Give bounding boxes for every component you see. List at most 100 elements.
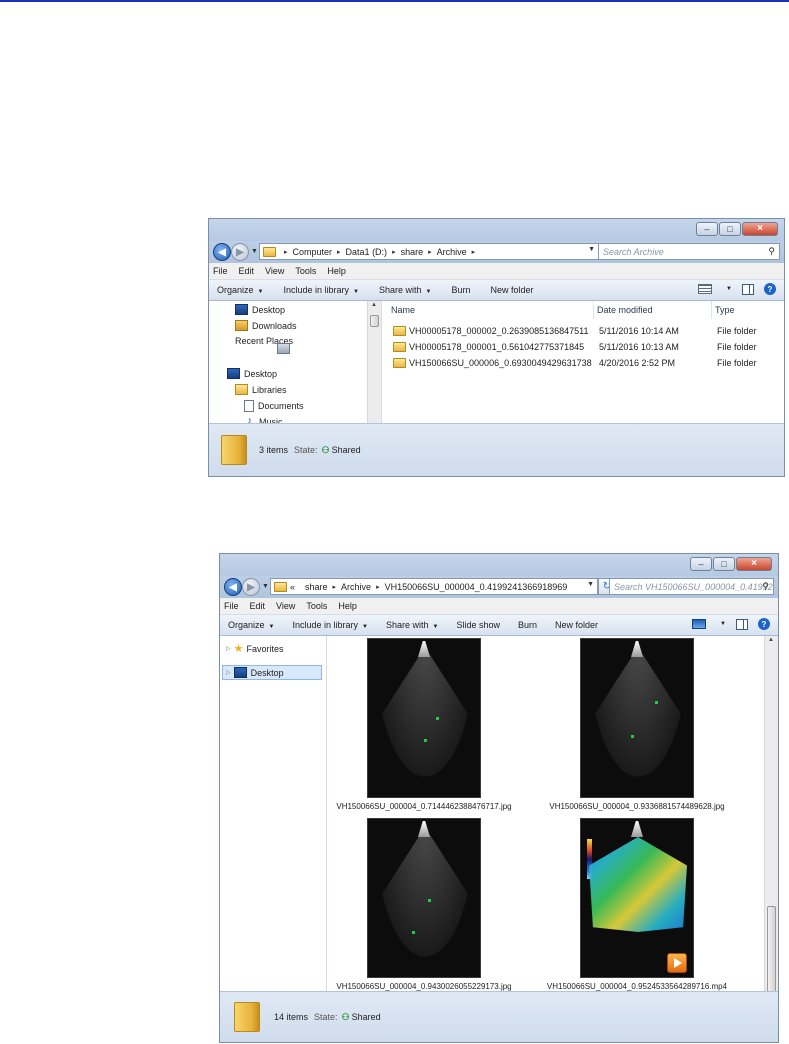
slide-show-button[interactable]: Slide show [456,620,500,630]
organize-button[interactable]: Organize ▼ [217,285,263,295]
title-bar[interactable]: – □ × [209,219,784,241]
maximize-button[interactable]: □ [713,557,735,571]
close-button[interactable]: × [742,222,778,236]
thumbnail-caption[interactable]: VH150066SU_000004_0.9524533564289716.mp4 [527,982,747,991]
breadcrumb-item[interactable]: Data1 (D:) [346,247,388,257]
column-header-type[interactable]: Type [715,301,735,319]
nav-item-recent-places[interactable]: Recent Places [235,336,293,354]
file-row[interactable]: VH150066SU_000006_0.6930049429631738 [393,355,592,371]
measurement-marker [436,717,439,720]
shared-icon: ⚇ [341,1011,350,1022]
nav-item-desktop-root[interactable]: Desktop [227,368,277,379]
burn-button[interactable]: Burn [518,620,537,630]
column-header-name[interactable]: Name [391,301,415,319]
menu-edit[interactable]: Edit [239,266,255,276]
file-row[interactable]: VH00005178_000002_0.2639085136847511 [393,323,589,339]
view-dropdown-icon[interactable]: ▼ [720,621,726,627]
share-with-button[interactable]: Share with ▼ [386,620,438,630]
nav-item-documents[interactable]: Documents [244,400,304,412]
include-in-library-button[interactable]: Include in library ▼ [283,285,358,295]
image-thumbnail[interactable] [367,638,481,798]
minimize-button[interactable]: – [690,557,712,571]
menu-help[interactable]: Help [327,266,346,276]
menu-view[interactable]: View [265,266,284,276]
image-thumbnail[interactable] [367,818,481,978]
address-bar[interactable]: « share ▸ Archive ▸ VH150066SU_000004_0.… [270,578,598,595]
burn-button[interactable]: Burn [451,285,470,295]
menu-view[interactable]: View [276,601,295,611]
menu-file[interactable]: File [224,601,239,611]
breadcrumb-overflow[interactable]: « [290,582,295,592]
measurement-marker [428,899,431,902]
forward-button[interactable]: ▶ [242,578,260,596]
menu-tools[interactable]: Tools [306,601,327,611]
folder-icon [393,358,406,368]
breadcrumb-item[interactable]: VH150066SU_000004_0.4199241366918969 [385,582,568,592]
help-icon[interactable]: ? [758,618,770,630]
view-dropdown-icon[interactable]: ▼ [726,286,732,292]
folder-icon [393,342,406,352]
menu-tools[interactable]: Tools [295,266,316,276]
nav-item-favorites[interactable]: ▷ ★ Favorites [226,642,284,655]
search-icon[interactable]: ⚲ [762,581,769,592]
expand-icon[interactable]: ▷ [226,669,231,676]
preview-pane-icon[interactable] [736,618,748,630]
address-dropdown-icon[interactable]: ▼ [588,246,595,253]
scrollbar-thumb[interactable] [767,906,776,992]
scroll-up-icon[interactable]: ▲ [371,302,377,308]
recent-pages-dropdown-icon[interactable]: ▼ [262,583,269,590]
nav-item-downloads[interactable]: Downloads [235,320,297,331]
content-scrollbar[interactable]: ▲ ▼ [764,636,778,1004]
address-dropdown-icon[interactable]: ▼ [587,581,594,588]
new-folder-button[interactable]: New folder [490,285,533,295]
measurement-marker [424,739,427,742]
video-thumbnail[interactable] [580,818,694,978]
menu-help[interactable]: Help [338,601,357,611]
file-date: 4/20/2016 2:52 PM [599,358,676,368]
title-bar[interactable]: – □ × [220,554,778,576]
minimize-button[interactable]: – [696,222,718,236]
breadcrumb-item[interactable]: share [401,247,424,257]
menu-bar: File Edit View Tools Help [209,263,784,280]
scrollbar-thumb[interactable] [370,315,379,327]
menu-file[interactable]: File [213,266,228,276]
column-header-date-modified[interactable]: Date modified [597,301,653,319]
explorer-body: ▷ ★ Favorites ▷ Desktop VH150066SU_000004_0… [220,636,778,1004]
expand-icon[interactable]: ▷ [226,645,231,652]
thumbnail-caption[interactable]: VH150066SU_000004_0.9336881574489628.jpg [527,802,747,811]
view-options-icon[interactable] [698,284,713,294]
breadcrumb-item[interactable]: Computer [293,247,333,257]
breadcrumb-item[interactable]: Archive [437,247,467,257]
recent-pages-dropdown-icon[interactable]: ▼ [251,248,258,255]
address-bar[interactable]: ▸ Computer ▸ Data1 (D:) ▸ share ▸ Archiv… [259,243,599,260]
nav-item-desktop[interactable]: ▷ Desktop [226,667,284,678]
help-icon[interactable]: ? [764,283,776,295]
image-thumbnail[interactable] [580,638,694,798]
breadcrumb-item[interactable]: share [305,582,328,592]
share-with-button[interactable]: Share with ▼ [379,285,431,295]
thumbnail-caption[interactable]: VH150066SU_000004_0.7144462388476717.jpg [314,802,534,811]
nav-item-desktop[interactable]: Desktop [235,304,285,315]
address-row: ◀ ▶ ▼ ▸ Computer ▸ Data1 (D:) ▸ share ▸ … [209,241,784,263]
search-input[interactable]: Search Archive ⚲ [598,243,780,260]
desktop-icon [235,304,248,315]
search-input[interactable]: Search VH150066SU_000004_0.419924... ⚲ [609,578,774,595]
maximize-button[interactable]: □ [719,222,741,236]
back-button[interactable]: ◀ [213,243,231,261]
search-icon[interactable]: ⚲ [768,246,775,257]
view-options-icon[interactable] [692,619,707,629]
file-row[interactable]: VH00005178_000001_0.561042775371845 [393,339,584,355]
organize-button[interactable]: Organize ▼ [228,620,274,630]
nav-item-libraries[interactable]: Libraries [235,384,287,395]
preview-pane-icon[interactable] [742,283,754,295]
menu-edit[interactable]: Edit [250,601,266,611]
close-button[interactable]: × [736,557,772,571]
thumbnail-caption[interactable]: VH150066SU_000004_0.9430026055229173.jpg [314,982,534,991]
breadcrumb-item[interactable]: Archive [341,582,371,592]
scroll-up-icon[interactable]: ▲ [768,637,774,643]
play-video-icon[interactable] [667,953,687,973]
include-in-library-button[interactable]: Include in library ▼ [292,620,367,630]
forward-button[interactable]: ▶ [231,243,249,261]
new-folder-button[interactable]: New folder [555,620,598,630]
back-button[interactable]: ◀ [224,578,242,596]
